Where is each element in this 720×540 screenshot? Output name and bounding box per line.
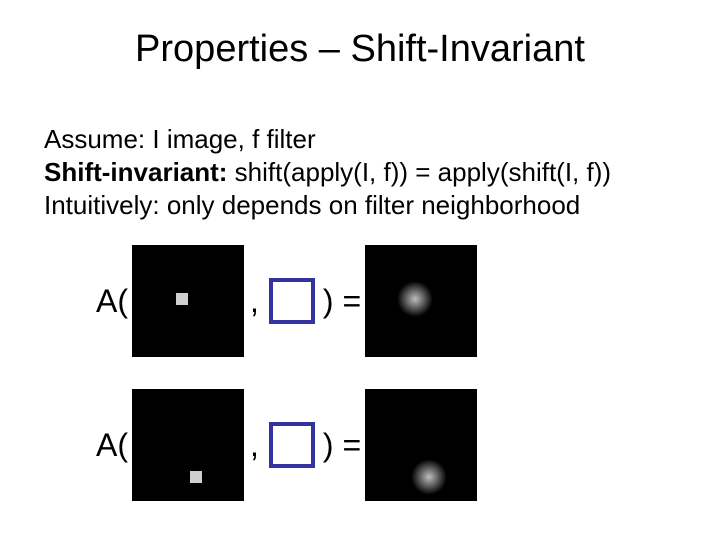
output-image-1 bbox=[365, 245, 477, 357]
shift-invariant-eqn: shift(apply(I, f)) = apply(shift(I, f)) bbox=[227, 157, 611, 187]
slide-title: Properties – Shift-Invariant bbox=[0, 28, 720, 71]
apply-fn-open: A( bbox=[96, 283, 132, 320]
equation-row-1: A( , ) = bbox=[96, 246, 477, 356]
filter-kernel-icon bbox=[269, 278, 315, 324]
shift-invariant-line: Shift-invariant: shift(apply(I, f)) = ap… bbox=[44, 157, 676, 188]
blurred-spot-1 bbox=[397, 281, 433, 317]
bright-pixel-1 bbox=[176, 293, 188, 305]
blurred-spot-2 bbox=[411, 459, 447, 495]
bright-pixel-2 bbox=[190, 471, 202, 483]
comma-2: , bbox=[244, 427, 269, 464]
input-image-2 bbox=[132, 389, 244, 501]
slide: Properties – Shift-Invariant Assume: I i… bbox=[0, 0, 720, 540]
close-paren-equals-2: ) = bbox=[315, 427, 365, 464]
input-image-1 bbox=[132, 245, 244, 357]
close-paren-equals-1: ) = bbox=[315, 283, 365, 320]
apply-fn-open-2: A( bbox=[96, 427, 132, 464]
comma-1: , bbox=[244, 283, 269, 320]
equation-row-2: A( , ) = bbox=[96, 390, 477, 500]
shift-invariant-label: Shift-invariant: bbox=[44, 157, 227, 187]
assume-line: Assume: I image, f filter bbox=[44, 124, 676, 155]
filter-kernel-icon-2 bbox=[269, 422, 315, 468]
body-text: Assume: I image, f filter Shift-invarian… bbox=[44, 122, 676, 224]
output-image-2 bbox=[365, 389, 477, 501]
intuitively-line: Intuitively: only depends on filter neig… bbox=[44, 190, 676, 221]
